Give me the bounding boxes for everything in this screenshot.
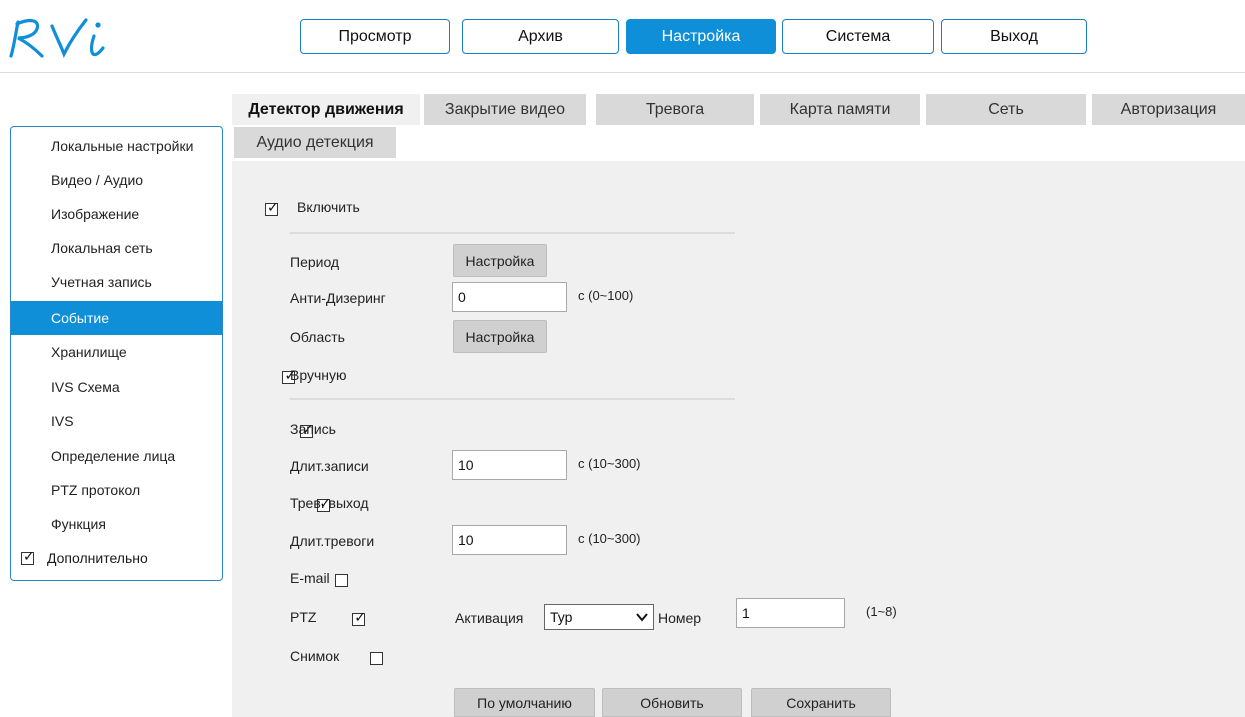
sidebar: Локальные настройки Видео / Аудио Изобра…: [10, 126, 223, 581]
alarm-duration-input[interactable]: 10: [452, 525, 567, 555]
enable-checkbox[interactable]: ✓: [265, 200, 279, 217]
chevron-down-icon: [636, 613, 648, 622]
tab-authorization[interactable]: Авторизация: [1092, 94, 1245, 125]
sidebar-item-function[interactable]: Функция: [11, 507, 222, 541]
area-label: Область: [290, 329, 345, 345]
tab-motion-detection[interactable]: Детектор движения: [232, 94, 420, 125]
enable-label: Включить: [297, 199, 360, 215]
alarm-duration-range: с (10~300): [578, 531, 641, 546]
sidebar-item-face-detection[interactable]: Определение лица: [11, 439, 222, 473]
snapshot-label: Снимок: [290, 648, 340, 664]
period-setup-button[interactable]: Настройка: [453, 244, 547, 277]
sidebar-item-storage[interactable]: Хранилище: [11, 335, 222, 369]
email-checkbox[interactable]: [334, 574, 348, 588]
tab-alarm[interactable]: Тревога: [596, 94, 754, 125]
rvi-logo: [6, 10, 136, 62]
anti-dither-range: с (0~100): [578, 288, 634, 303]
section-divider: [290, 232, 735, 234]
ptz-number-input[interactable]: 1: [736, 598, 845, 628]
anti-dither-input[interactable]: 0: [452, 282, 567, 312]
header-divider: [0, 72, 1245, 73]
record-duration-range: с (10~300): [578, 456, 641, 471]
record-duration-input[interactable]: 10: [452, 450, 567, 480]
sidebar-item-video-audio[interactable]: Видео / Аудио: [11, 163, 222, 197]
tab-network[interactable]: Сеть: [926, 94, 1086, 125]
nav-view-button[interactable]: Просмотр: [300, 19, 450, 54]
record-label: Запись: [290, 421, 336, 437]
manual-label: Вручную: [290, 367, 347, 383]
nav-archive-button[interactable]: Архив: [462, 19, 619, 54]
ptz-checkbox[interactable]: ✓: [352, 610, 366, 627]
ptz-number-range: (1~8): [866, 604, 897, 619]
ptz-label: PTZ: [290, 609, 317, 625]
sidebar-item-local-settings[interactable]: Локальные настройки: [11, 129, 222, 163]
sidebar-item-ptz-protocol[interactable]: PTZ протокол: [11, 473, 222, 507]
alarm-out-label: Трев. выход: [290, 495, 369, 511]
sidebar-item-image[interactable]: Изображение: [11, 197, 222, 231]
nav-system-button[interactable]: Система: [782, 19, 934, 54]
ptz-number-label: Номер: [658, 610, 702, 626]
nav-settings-button[interactable]: Настройка: [626, 19, 776, 54]
tab-video-tampering[interactable]: Закрытие видео: [424, 94, 586, 125]
ptz-activation-label: Активация: [455, 610, 524, 626]
sidebar-item-local-network[interactable]: Локальная сеть: [11, 231, 222, 265]
sidebar-item-account[interactable]: Учетная запись: [11, 265, 222, 299]
record-duration-label: Длит.записи: [290, 458, 369, 474]
tab-memory-card[interactable]: Карта памяти: [760, 94, 920, 125]
advanced-checkbox[interactable]: ✓: [21, 548, 35, 565]
checkmark-icon: ✓: [354, 610, 366, 627]
advanced-label: Дополнительно: [47, 550, 148, 566]
ptz-activation-value: Тур: [550, 609, 573, 625]
sidebar-item-ivs-scheme[interactable]: IVS Схема: [11, 370, 222, 404]
default-button[interactable]: По умолчанию: [454, 688, 595, 717]
save-button[interactable]: Сохранить: [751, 688, 891, 717]
anti-dither-label: Анти-Дизеринг: [290, 290, 386, 306]
tab-audio-detection[interactable]: Аудио детекция: [234, 127, 396, 158]
period-label: Период: [290, 254, 340, 270]
sidebar-advanced-toggle[interactable]: ✓ Дополнительно: [21, 548, 148, 566]
checkmark-icon: ✓: [267, 200, 279, 217]
sidebar-item-ivs[interactable]: IVS: [11, 404, 222, 438]
ptz-activation-select[interactable]: Тур: [544, 604, 654, 630]
area-setup-button[interactable]: Настройка: [453, 320, 547, 353]
sidebar-item-event[interactable]: Событие: [11, 301, 222, 335]
checkmark-icon: ✓: [23, 548, 35, 565]
section-divider: [290, 398, 735, 400]
snapshot-checkbox[interactable]: [369, 652, 383, 666]
nav-exit-button[interactable]: Выход: [941, 19, 1087, 54]
email-label: E-mail: [290, 570, 330, 586]
refresh-button[interactable]: Обновить: [602, 688, 742, 717]
alarm-duration-label: Длит.тревоги: [290, 533, 375, 549]
settings-panel: [232, 161, 1245, 717]
